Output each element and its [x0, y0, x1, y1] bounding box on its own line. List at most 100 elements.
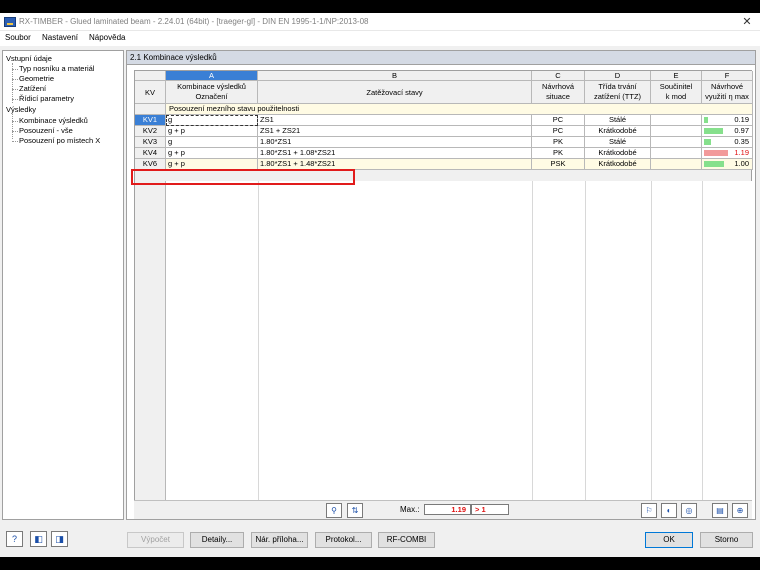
col-f-header: Návrhové využití η max: [702, 81, 753, 104]
cell-utilization[interactable]: 0.35: [702, 137, 753, 148]
col-e-header-line2: k mod: [665, 92, 687, 101]
cell-kmod[interactable]: [651, 115, 702, 126]
close-icon[interactable]: ✕: [740, 15, 754, 29]
export-icon[interactable]: ▤: [712, 503, 728, 518]
details-button[interactable]: Detaily...: [190, 532, 244, 548]
application-window: RX-TIMBER - Glued laminated beam - 2.24.…: [0, 13, 760, 557]
cell-load-cases[interactable]: 1.80*ZS1 + 1.08*ZS21: [258, 148, 532, 159]
utilization-value: 1.19: [734, 148, 749, 157]
help-icon[interactable]: ?: [6, 531, 23, 547]
cell-designation[interactable]: g: [166, 137, 258, 148]
utilization-bar: [704, 128, 723, 134]
col-letter-d[interactable]: D: [585, 71, 651, 81]
col-d-header: Třída trvání zatížení (TTZ): [585, 81, 651, 104]
cancel-button[interactable]: Storno: [700, 532, 753, 548]
col-c-header-line1: Návrhová: [541, 82, 575, 91]
cell-utilization[interactable]: 1.19: [702, 148, 753, 159]
rf-combi-button[interactable]: RF-COMBI: [378, 532, 435, 548]
cell-design-situation[interactable]: PSK: [532, 159, 585, 170]
cell-utilization[interactable]: 0.97: [702, 126, 753, 137]
sort-icon[interactable]: ⇅: [347, 503, 363, 518]
color-scale-icon[interactable]: ◐: [661, 503, 677, 518]
menu-nastaveni[interactable]: Nastavení: [42, 33, 78, 42]
col-b-header: Zatěžovací stavy: [258, 81, 532, 104]
cell-design-situation[interactable]: PK: [532, 148, 585, 159]
cell-kmod[interactable]: [651, 159, 702, 170]
previous-window-icon[interactable]: ◧: [30, 531, 47, 547]
row-header-kv2[interactable]: KV2: [135, 126, 166, 137]
menu-napoveda[interactable]: Nápověda: [89, 33, 125, 42]
cell-load-duration[interactable]: Krátkodobé: [585, 126, 651, 137]
cell-kmod[interactable]: [651, 148, 702, 159]
filter-icon[interactable]: ⚲: [326, 503, 342, 518]
utilization-value: 0.35: [734, 137, 749, 146]
tree-item-loads[interactable]: Zatížení: [19, 84, 46, 93]
cell-load-duration[interactable]: Stálé: [585, 137, 651, 148]
col-a-header-line2: Označení: [195, 92, 228, 101]
cell-design-situation[interactable]: PK: [532, 137, 585, 148]
cell-load-duration[interactable]: Krátkodobé: [585, 159, 651, 170]
tree-item-geometry[interactable]: Geometrie: [19, 74, 54, 83]
tree-results-root[interactable]: Výsledky: [6, 105, 36, 114]
col-e-header-line1: Součinitel: [659, 82, 693, 91]
cell-utilization[interactable]: 1.00: [702, 159, 753, 170]
panel-title: 2.1 Kombinace výsledků: [127, 51, 755, 65]
col-a-header: Kombinace výsledků Označení: [166, 81, 258, 104]
cell-design-situation[interactable]: PC: [532, 115, 585, 126]
table-toolbar: ⚲ ⇅ Max.: 1.19 > 1 ⚐ ◐ ◎ ▤ ⊕: [134, 500, 752, 519]
table-empty-area: [166, 181, 753, 501]
cell-designation[interactable]: g: [166, 115, 258, 126]
col-letter-e[interactable]: E: [651, 71, 702, 81]
cell-designation[interactable]: g + p: [166, 126, 258, 137]
rowhdr-empty: [135, 181, 166, 501]
next-window-icon[interactable]: ◨: [51, 531, 68, 547]
col-f-header-line2: využití η max: [705, 92, 749, 101]
tree-input-root[interactable]: Vstupní údaje: [6, 54, 52, 63]
cell-load-cases[interactable]: 1.80*ZS1: [258, 137, 532, 148]
kv6-highlight-box: [131, 169, 355, 185]
col-a-header-line1: Kombinace výsledků: [177, 82, 246, 91]
col-c-header: Návrhová situace: [532, 81, 585, 104]
group-row-header: [135, 104, 166, 115]
col-d-header-line2: zatížení (TTZ): [593, 92, 642, 101]
national-annex-button[interactable]: Nár. příloha...: [251, 532, 308, 548]
protocol-button[interactable]: Protokol...: [315, 532, 372, 548]
tree-item-design-by-x[interactable]: Posouzení po místech X: [19, 136, 100, 145]
tree-item-control-params[interactable]: Řídicí parametry: [19, 94, 74, 103]
utilization-bar: [704, 139, 711, 145]
menu-bar: Soubor Nastavení Nápověda: [0, 31, 760, 46]
col-f-header-line1: Návrhové: [710, 82, 744, 91]
pin-icon[interactable]: ⚐: [641, 503, 657, 518]
tree-item-result-combos[interactable]: Kombinace výsledků: [19, 116, 88, 125]
col-letter-b[interactable]: B: [258, 71, 532, 81]
cell-kmod[interactable]: [651, 126, 702, 137]
menu-soubor[interactable]: Soubor: [5, 33, 31, 42]
col-letter-f[interactable]: F: [702, 71, 753, 81]
cell-utilization[interactable]: 0.19: [702, 115, 753, 126]
cell-load-cases[interactable]: ZS1 + ZS21: [258, 126, 532, 137]
col-letter-a[interactable]: A: [166, 71, 258, 81]
cell-kmod[interactable]: [651, 137, 702, 148]
status-bar: [0, 554, 760, 557]
title-bar: RX-TIMBER - Glued laminated beam - 2.24.…: [0, 13, 760, 31]
group-row-label: Posouzení mezního stavu použitelnosti: [166, 104, 753, 115]
cell-designation[interactable]: g + p: [166, 148, 258, 159]
row-header-kv4[interactable]: KV4: [135, 148, 166, 159]
row-header-kv1[interactable]: KV1: [135, 115, 166, 126]
units-icon[interactable]: ⊕: [732, 503, 748, 518]
ok-button[interactable]: OK: [645, 532, 693, 548]
tree-item-design-all[interactable]: Posouzení - vše: [19, 126, 73, 135]
cell-design-situation[interactable]: PC: [532, 126, 585, 137]
calculate-button[interactable]: Výpočet: [127, 532, 184, 548]
tree-item-beam-type[interactable]: Typ nosníku a materiál: [19, 64, 94, 73]
max-value: 1.19: [424, 504, 471, 515]
row-header-kv3[interactable]: KV3: [135, 137, 166, 148]
cell-load-duration[interactable]: Krátkodobé: [585, 148, 651, 159]
utilization-bar: [704, 161, 724, 167]
utilization-bar: [704, 150, 728, 156]
utilization-value: 0.19: [734, 115, 749, 124]
col-letter-c[interactable]: C: [532, 71, 585, 81]
view-icon[interactable]: ◎: [681, 503, 697, 518]
cell-load-cases[interactable]: ZS1: [258, 115, 532, 126]
cell-load-duration[interactable]: Stálé: [585, 115, 651, 126]
